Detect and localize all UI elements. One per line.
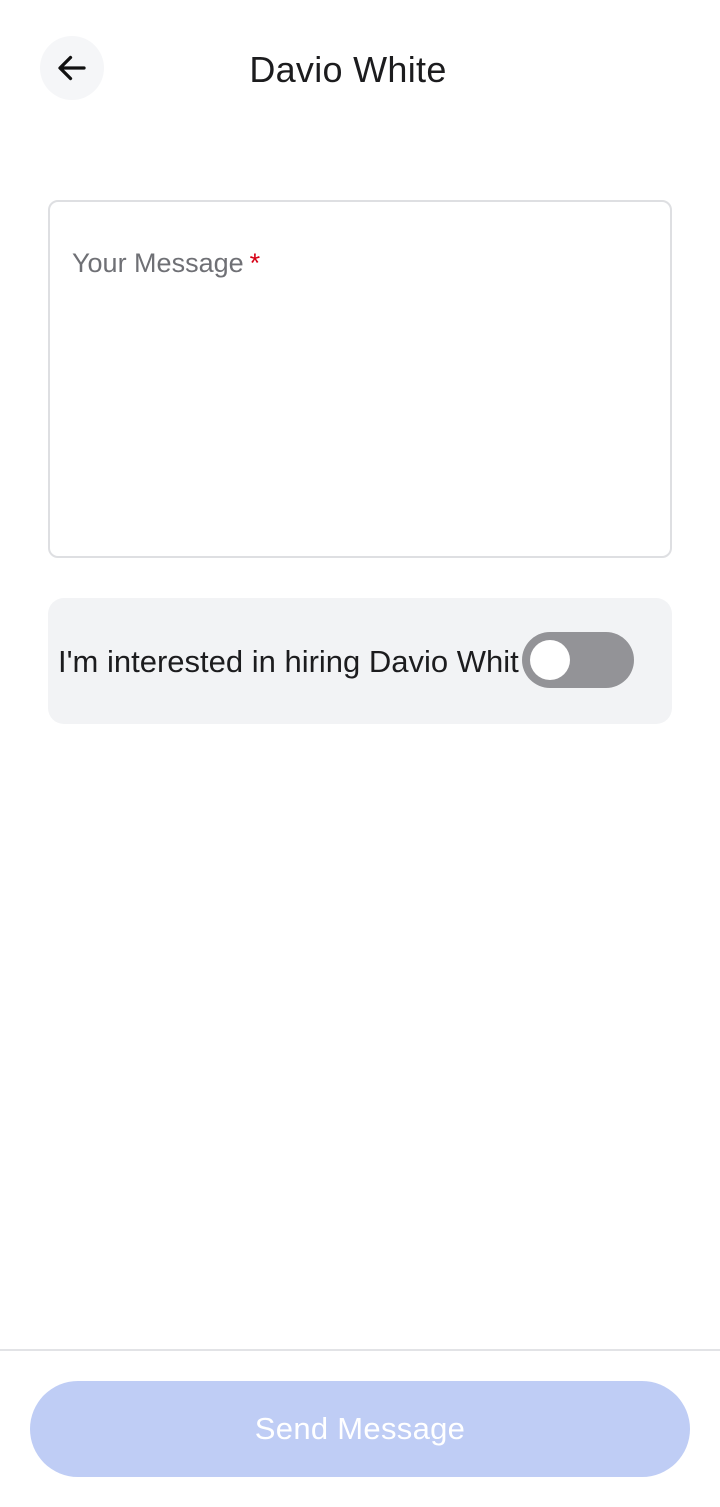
hire-interest-label-container: I'm interested in hiring Davio White	[58, 642, 520, 682]
hire-interest-label: I'm interested in hiring Davio White	[58, 644, 520, 679]
page-title: Davio White	[249, 49, 447, 90]
toggle-knob	[530, 640, 570, 680]
message-input[interactable]	[50, 202, 670, 556]
send-message-button[interactable]: Send Message	[30, 1381, 690, 1477]
footer-divider	[0, 1349, 720, 1351]
hire-interest-row: I'm interested in hiring Davio White	[48, 598, 672, 724]
hire-interest-toggle[interactable]	[522, 632, 634, 688]
message-field[interactable]: Your Message *	[48, 200, 672, 558]
